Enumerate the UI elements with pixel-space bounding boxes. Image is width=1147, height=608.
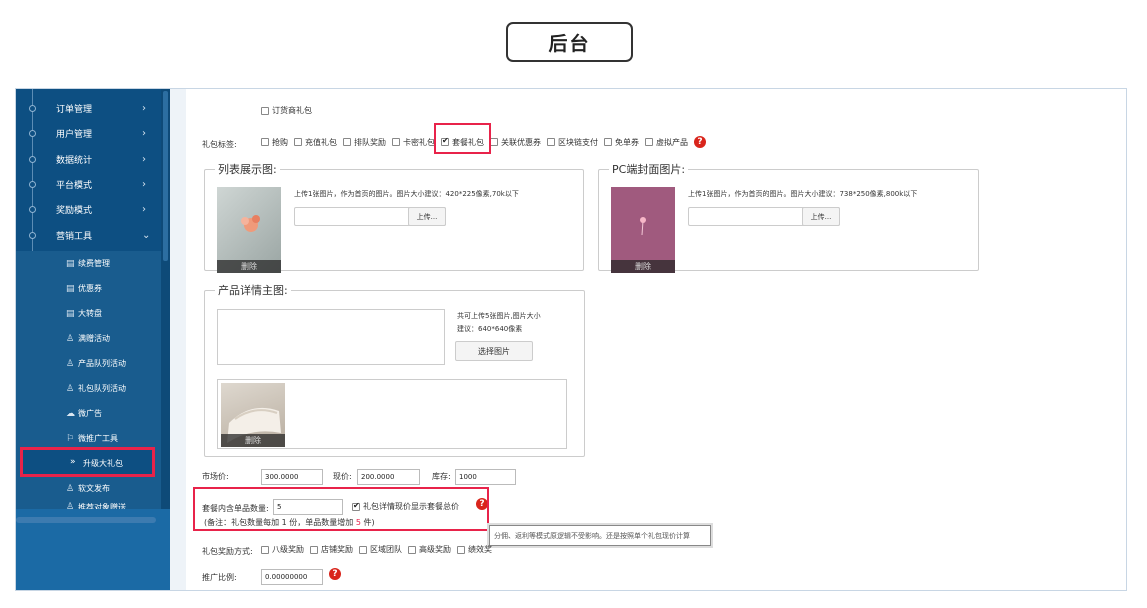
sidebar-item-orders[interactable]: 订单管理 › — [16, 96, 170, 121]
double-chevron-icon: » — [70, 457, 76, 467]
pc-cover-thumbnail: 删除 — [611, 187, 675, 273]
chevron-right-icon: › — [142, 179, 146, 190]
sidebar-item-users[interactable]: 用户管理 › — [16, 121, 170, 146]
submenu-item-package-queue[interactable]: ♙ 礼包队列活动 — [16, 376, 161, 401]
tag-recharge[interactable]: 充值礼包 — [294, 137, 337, 148]
panel-title: 列表展示图: — [218, 163, 277, 176]
chevron-right-icon: › — [142, 154, 146, 165]
submenu-item-coupon[interactable]: ▤ 优惠券 — [16, 276, 161, 301]
pc-cover-upload-button[interactable]: 上传... — [802, 207, 840, 226]
submenu-item-product-queue[interactable]: ♙ 产品队列活动 — [16, 351, 161, 376]
timeline-dot-icon — [29, 232, 36, 239]
submenu-item-gift-promo[interactable]: ♙ 满赠活动 — [16, 326, 161, 351]
flag-icon: ⚐ — [66, 433, 75, 444]
delete-button[interactable]: 删除 — [217, 260, 281, 273]
backend-badge: 后台 — [506, 22, 633, 62]
current-price-input[interactable]: 200.0000 — [357, 469, 420, 485]
upload-hint: 共可上传5张图片,图片大小 — [457, 312, 541, 320]
document-icon: ▤ — [66, 258, 75, 269]
current-price-label: 现价: — [333, 472, 352, 481]
document-icon: ▤ — [66, 283, 75, 294]
reward-shop[interactable]: 店铺奖励 — [310, 544, 353, 555]
submenu-item-upgrade-package[interactable]: » 升级大礼包 — [20, 447, 155, 477]
order-gift-option[interactable]: 订货商礼包 — [261, 105, 312, 116]
delete-button[interactable]: 删除 — [221, 434, 285, 447]
reward-row: 八级奖励 店铺奖励 区域团队 高级奖励 绩效奖 — [261, 544, 498, 555]
help-icon[interactable]: ? — [329, 568, 341, 580]
sidebar-scrollbar[interactable] — [161, 89, 170, 509]
submenu-item-micro-ad[interactable]: ☁ 微广告 — [16, 401, 161, 426]
promo-ratio-input[interactable]: 0.00000000 — [261, 569, 323, 585]
reward-level8[interactable]: 八级奖励 — [261, 544, 304, 555]
sidebar-item-platform[interactable]: 平台模式 › — [16, 172, 170, 197]
users-icon: ♙ — [66, 483, 75, 494]
sidebar-hscrollbar[interactable] — [16, 517, 156, 523]
users-icon: ♙ — [66, 358, 75, 369]
tag-queue-reward[interactable]: 排队奖励 — [343, 137, 386, 148]
promo-ratio-label: 推广比例: — [202, 573, 237, 582]
tag-linked-coupon[interactable]: 关联优惠券 — [490, 137, 541, 148]
stock-label: 库存: — [432, 472, 451, 481]
sidebar-item-marketing[interactable]: 营销工具 ⌄ — [16, 223, 170, 248]
submenu-item-renewal[interactable]: ▤ 续费管理 — [16, 251, 161, 276]
highlight-box — [193, 487, 489, 531]
chevron-down-icon: ⌄ — [142, 230, 151, 241]
chevron-right-icon: › — [142, 103, 146, 114]
timeline-dot-icon — [29, 206, 36, 213]
tag-blockchain-pay[interactable]: 区块链支付 — [547, 137, 598, 148]
reward-senior[interactable]: 高级奖励 — [408, 544, 451, 555]
panel-title: PC端封面图片: — [612, 163, 686, 176]
submenu-item-wheel[interactable]: ▤ 大转盘 — [16, 301, 161, 326]
panel-title: 产品详情主图: — [218, 284, 288, 297]
stock-input[interactable]: 1000 — [455, 469, 516, 485]
tag-virtual-product[interactable]: 虚拟产品 — [645, 137, 688, 148]
users-icon: ♙ — [66, 333, 75, 344]
main-content: 订货商礼包 礼包标签: 抢购 充值礼包 排队奖励 卡密礼包 套餐礼包 关联优惠券… — [170, 89, 1126, 590]
list-image-thumbnail: 删除 — [217, 187, 281, 273]
chevron-right-icon: › — [142, 128, 146, 139]
timeline-dot-icon — [29, 130, 36, 137]
timeline-dot-icon — [29, 181, 36, 188]
delete-button[interactable]: 删除 — [611, 260, 675, 273]
users-icon: ♙ — [66, 383, 75, 394]
document-icon: ▤ — [66, 308, 75, 319]
detail-image-thumbnail: 删除 — [221, 383, 285, 447]
highlight-box — [434, 123, 491, 154]
tags-label: 礼包标签: — [202, 140, 237, 149]
chevron-right-icon: › — [142, 204, 146, 215]
sidebar-item-rewards[interactable]: 奖励模式 › — [16, 197, 170, 222]
cloud-icon: ☁ — [66, 408, 75, 419]
timeline-dot-icon — [29, 105, 36, 112]
market-price-input[interactable]: 300.0000 — [261, 469, 323, 485]
scrollbar-thumb[interactable] — [163, 91, 168, 261]
timeline-dot-icon — [29, 156, 36, 163]
sidebar: 订单管理 › 用户管理 › 数据统计 › 平台模式 › 奖励模式 › 营销工具 … — [16, 89, 170, 590]
reward-region-team[interactable]: 区域团队 — [359, 544, 402, 555]
select-image-button[interactable]: 选择图片 — [455, 341, 533, 361]
tag-free-coupon[interactable]: 免单券 — [604, 137, 639, 148]
submenu-item-article[interactable]: ♙ 软文发布 — [16, 476, 161, 501]
checkbox[interactable] — [261, 106, 269, 115]
help-tooltip: 分佣、返利等模式原逻辑不受影响。还是按照单个礼包现价计算 — [489, 525, 711, 546]
upload-hint: 上传1张图片，作为首页的图片。图片大小建议：738*250像素,800k以下 — [688, 190, 918, 198]
upload-hint: 上传1张图片，作为首页的图片。图片大小建议：420*225像素,70k以下 — [294, 190, 519, 198]
tag-card-gift[interactable]: 卡密礼包 — [392, 137, 435, 148]
tag-flash-sale[interactable]: 抢购 — [261, 137, 288, 148]
list-image-upload-button[interactable]: 上传... — [408, 207, 446, 226]
market-price-label: 市场价: — [202, 472, 229, 481]
admin-window: 订单管理 › 用户管理 › 数据统计 › 平台模式 › 奖励模式 › 营销工具 … — [15, 88, 1127, 591]
reward-performance[interactable]: 绩效奖 — [457, 544, 492, 555]
sidebar-item-stats[interactable]: 数据统计 › — [16, 147, 170, 172]
detail-image-dropzone[interactable] — [217, 309, 445, 365]
upload-hint: 建议：640*640像素 — [457, 325, 523, 333]
help-icon[interactable]: ? — [694, 136, 706, 148]
reward-label: 礼包奖励方式: — [202, 547, 253, 556]
